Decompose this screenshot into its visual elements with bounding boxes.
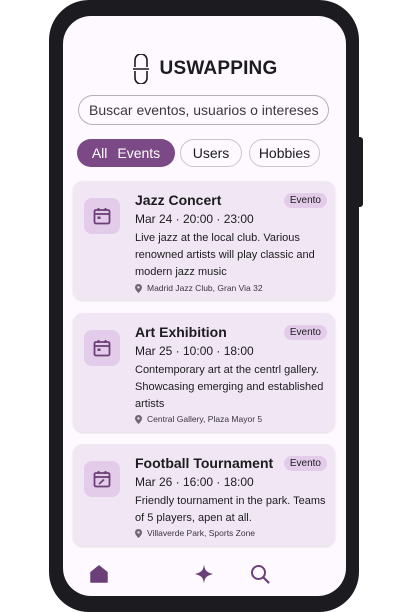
event-location-text: Central Gallery, Plaza Mayor 5 <box>147 414 263 424</box>
event-date: Mar 24 · 20:00 · 23:00 <box>135 212 254 226</box>
event-title: Football Tournament <box>135 455 274 471</box>
event-icon-box <box>84 461 120 497</box>
app-title: USWAPPING <box>159 58 278 79</box>
event-card[interactable]: Jazz Concert Evento Mar 24 · 20:00 · 23:… <box>73 181 335 300</box>
chip-hobbies-label: Hobbies <box>258 145 311 161</box>
event-title: Art Exhibition <box>135 324 227 340</box>
sparkle-icon[interactable] <box>193 563 215 585</box>
location-pin-icon <box>135 528 142 538</box>
event-icon-box <box>84 330 120 366</box>
chip-all-label: All <box>91 145 108 161</box>
event-card[interactable]: Football Tournament Evento Mar 26 · 16:0… <box>73 444 335 546</box>
event-description: Friendly tournament in the park. Teams o… <box>135 495 326 524</box>
event-icon-box <box>84 198 120 234</box>
chip-events-label: Events <box>117 145 161 161</box>
event-badge: Evento <box>283 325 327 340</box>
search-icon[interactable] <box>249 563 271 585</box>
chip-users-label: Users <box>192 145 230 161</box>
search-input[interactable]: Buscar eventos, usuarios o intereses <box>78 95 329 125</box>
swap-logo-icon <box>132 54 149 84</box>
chip-all-events[interactable]: All Events <box>77 139 175 167</box>
search-placeholder: Buscar eventos, usuarios o intereses <box>89 102 319 118</box>
event-location-text: Madrid Jazz Club, Gran Via 32 <box>147 283 263 293</box>
event-location-text: Villaverde Park, Sports Zone <box>147 528 256 538</box>
home-icon[interactable] <box>88 563 110 585</box>
event-date: Mar 26 · 16:00 · 18:00 <box>135 475 254 489</box>
event-date: Mar 25 · 10:00 · 18:00 <box>135 344 254 358</box>
event-badge: Evento <box>283 456 327 471</box>
event-description: Live jazz at the local club. Various ren… <box>135 232 315 278</box>
chip-hobbies[interactable]: Hobbies <box>249 139 320 167</box>
calendar-edit-icon <box>93 471 111 488</box>
app-screen: USWAPPING Buscar eventos, usuarios o int… <box>63 16 346 596</box>
chip-users[interactable]: Users <box>180 139 242 167</box>
phone-side-button <box>357 137 363 207</box>
location-pin-icon <box>135 283 142 293</box>
calendar-icon <box>93 208 111 225</box>
event-title: Jazz Concert <box>135 192 222 208</box>
event-location: Central Gallery, Plaza Mayor 5 <box>135 414 262 424</box>
event-description: Contemporary art at the centrl gallery. … <box>135 364 324 410</box>
calendar-icon <box>93 340 111 357</box>
location-pin-icon <box>135 414 142 424</box>
bottom-nav <box>63 560 346 590</box>
event-location: Villaverde Park, Sports Zone <box>135 528 255 538</box>
event-card[interactable]: Art Exhibition Evento Mar 25 · 10:00 · 1… <box>73 313 335 432</box>
event-badge: Evento <box>283 193 327 208</box>
app-header: USWAPPING <box>63 54 346 84</box>
event-location: Madrid Jazz Club, Gran Via 32 <box>135 283 263 293</box>
